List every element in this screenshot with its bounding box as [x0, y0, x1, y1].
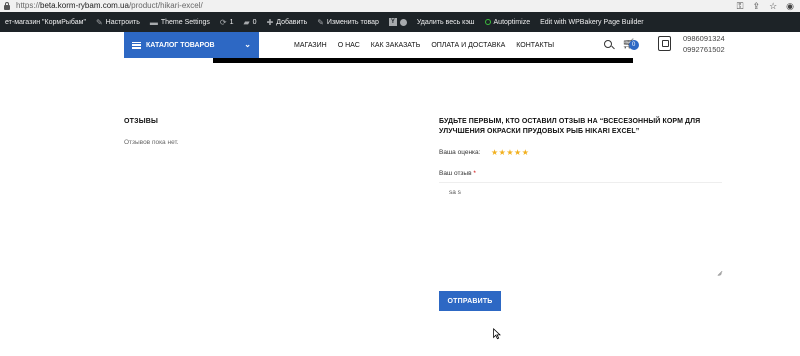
- admin-comments[interactable]: ▰ 0: [239, 12, 262, 32]
- profile-icon[interactable]: ◉: [786, 1, 794, 12]
- wp-admin-bar: ет-магазин "КормРыбам" ✎ Настроить ▬ Theme…: [0, 12, 800, 32]
- nav-item-contacts[interactable]: КОНТАКТЫ: [516, 42, 554, 49]
- review-form-title: БУДЬТЕ ПЕРВЫМ, КТО ОСТАВИЛ ОТЗЫВ НА “ВСЕ…: [439, 118, 701, 135]
- admin-autoptimize[interactable]: Autoptimize: [480, 12, 536, 32]
- comment-icon: ▰: [243, 17, 250, 27]
- star-icon[interactable]: ★: [522, 148, 529, 158]
- lock-icon: [4, 2, 10, 10]
- admin-site-name[interactable]: ет-магазин "КормРыбам": [0, 12, 91, 32]
- rating-label: Ваша оценка:: [439, 149, 481, 156]
- review-label: Ваш отзыв *: [439, 170, 476, 177]
- cart-button[interactable]: 🛒︎ 0: [622, 40, 639, 50]
- nav-item-how-to-order[interactable]: КАК ЗАКАЗАТЬ: [371, 42, 421, 49]
- star-icon[interactable]: ★: [506, 148, 513, 158]
- search-icon[interactable]: [604, 40, 615, 50]
- autoptimize-status-icon: [484, 19, 491, 25]
- admin-wpbakery[interactable]: Edit with WPBakery Page Builder: [535, 12, 649, 32]
- catalog-button[interactable]: КАТАЛОГ ТОВАРОВ ⌄: [124, 32, 259, 58]
- nav-item-shop[interactable]: МАГАЗИН: [294, 42, 327, 49]
- black-divider-bar: [213, 58, 633, 63]
- key-icon[interactable]: ⚿: [737, 1, 744, 12]
- mouse-cursor-icon: [493, 328, 501, 340]
- pencil-icon: ✎: [317, 17, 324, 27]
- chevron-down-icon: ⌄: [244, 40, 251, 49]
- phone-2[interactable]: 0992761502: [683, 44, 725, 55]
- star-icon[interactable]: ★: [491, 148, 498, 158]
- brush-icon: ✎: [95, 17, 103, 27]
- admin-clear-cache[interactable]: Удалить весь кэш: [412, 12, 480, 32]
- catalog-label: КАТАЛОГ ТОВАРОВ: [146, 41, 215, 49]
- admin-yoast[interactable]: Y: [384, 12, 412, 32]
- yoast-icon: Y: [388, 18, 397, 26]
- star-rating[interactable]: ★ ★ ★ ★ ★: [491, 148, 529, 158]
- main-nav: МАГАЗИН О НАС КАК ЗАКАЗАТЬ ОПЛАТА И ДОСТ…: [294, 32, 554, 58]
- phone-1[interactable]: 0986091324: [683, 33, 725, 44]
- submit-button[interactable]: ОТПРАВИТЬ: [439, 291, 501, 311]
- cart-count-badge: 0: [628, 40, 639, 50]
- no-reviews-text: Отзывов пока нет.: [124, 139, 179, 146]
- star-icon[interactable]: ☆: [769, 1, 777, 12]
- star-icon[interactable]: ★: [499, 148, 506, 158]
- phone-icon: [658, 36, 671, 51]
- resize-grip-icon[interactable]: [716, 270, 723, 276]
- hamburger-icon: [132, 41, 141, 49]
- nav-item-payment-delivery[interactable]: ОПЛАТА И ДОСТАВКА: [431, 42, 505, 49]
- admin-updates[interactable]: ⟳ 1: [215, 12, 239, 32]
- browser-address-bar[interactable]: https://beta.korm-rybam.com.ua/product/h…: [0, 0, 800, 12]
- refresh-icon: ⟳: [219, 17, 227, 27]
- folder-icon: ▬: [149, 17, 158, 27]
- admin-edit-product[interactable]: ✎ Изменить товар: [312, 12, 384, 32]
- share-icon[interactable]: ⇪: [753, 1, 761, 12]
- status-dot-icon: [399, 18, 407, 26]
- reviews-title: ОТЗЫВЫ: [124, 118, 159, 125]
- nav-item-about[interactable]: О НАС: [338, 42, 360, 49]
- review-textarea[interactable]: [439, 182, 722, 276]
- site-header: КАТАЛОГ ТОВАРОВ ⌄ МАГАЗИН О НАС КАК ЗАКА…: [0, 32, 800, 58]
- admin-theme-settings[interactable]: ▬ Theme Settings: [145, 12, 215, 32]
- admin-add-new[interactable]: ✚ Добавить: [262, 12, 313, 32]
- phone-numbers: 0986091324 0992761502: [683, 33, 725, 55]
- url-text[interactable]: https://beta.korm-rybam.com.ua/product/h…: [16, 1, 203, 11]
- admin-customize[interactable]: ✎ Настроить: [91, 12, 145, 32]
- plus-icon: ✚: [266, 17, 274, 27]
- star-icon[interactable]: ★: [514, 148, 521, 158]
